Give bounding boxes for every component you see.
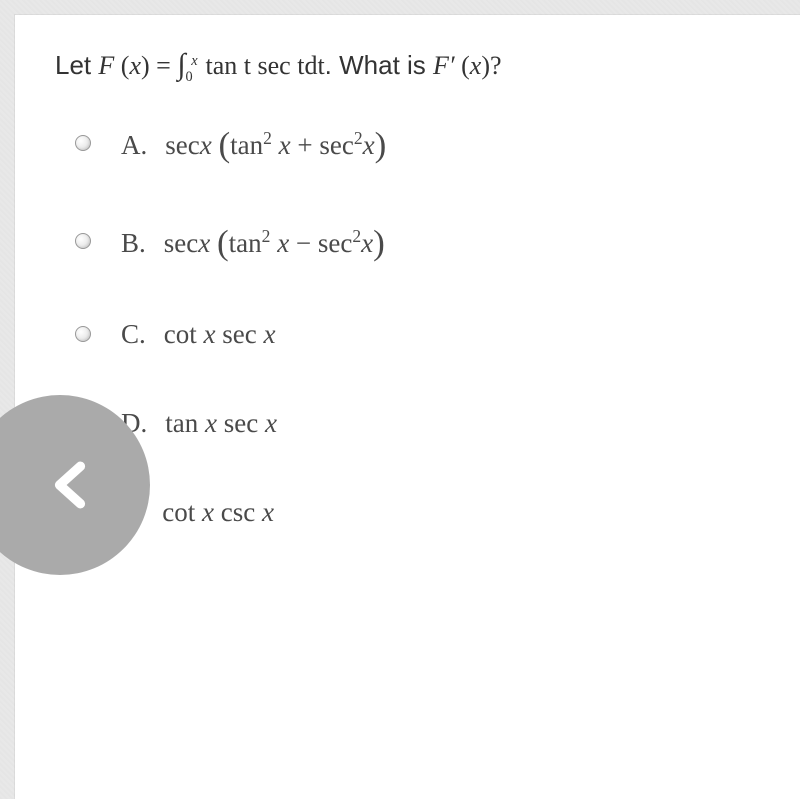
integral-lower: 0 (186, 69, 193, 85)
paren-open: ( (114, 51, 129, 80)
option-b-text: B. secx (tan2 x − sec2x) (121, 221, 385, 261)
option-math: cot x csc x (162, 497, 274, 528)
option-b[interactable]: B. secx (tan2 x − sec2x) (75, 221, 760, 261)
option-a[interactable]: A. secx (tan2 x + sec2x) (75, 123, 760, 163)
fprime-var: x (470, 51, 482, 80)
option-letter: B. (121, 228, 146, 259)
question-prefix: Let (55, 50, 98, 80)
option-math: tan x sec x (165, 408, 277, 439)
answer-options: A. secx (tan2 x + sec2x) B. secx (tan2 x… (55, 123, 760, 528)
radio-a[interactable] (75, 135, 91, 151)
option-letter: C. (121, 319, 146, 350)
integrand: tan t sec tdt (199, 51, 325, 80)
question-suffix: . What is (325, 50, 433, 80)
question-card: Let F (x) = ∫0x tan t sec tdt. What is F… (15, 15, 800, 799)
option-a-text: A. secx (tan2 x + sec2x) (121, 123, 386, 163)
func-name: F (98, 51, 114, 80)
paren-close-2: )? (481, 51, 501, 80)
radio-b[interactable] (75, 233, 91, 249)
integral-upper: x (191, 53, 197, 69)
func-var: x (129, 51, 141, 80)
option-d-text: D. tan x sec x (121, 408, 277, 439)
option-math: secx (tan2 x − sec2x) (164, 221, 385, 261)
option-c[interactable]: C. cot x sec x (75, 319, 760, 350)
fprime: F′ (433, 51, 455, 80)
option-d[interactable]: D. tan x sec x (75, 408, 760, 439)
equals: ) = (141, 51, 177, 80)
chevron-left-icon (45, 455, 95, 515)
question-text: Let F (x) = ∫0x tan t sec tdt. What is F… (55, 43, 760, 88)
option-e[interactable]: E. cot x csc x (75, 497, 760, 528)
option-math: secx (tan2 x + sec2x) (165, 123, 386, 163)
option-math: cot x sec x (164, 319, 276, 350)
option-letter: A. (121, 130, 147, 161)
radio-c[interactable] (75, 326, 91, 342)
integral-sign: ∫ (177, 48, 185, 81)
option-c-text: C. cot x sec x (121, 319, 275, 350)
paren-open-2: ( (455, 51, 470, 80)
